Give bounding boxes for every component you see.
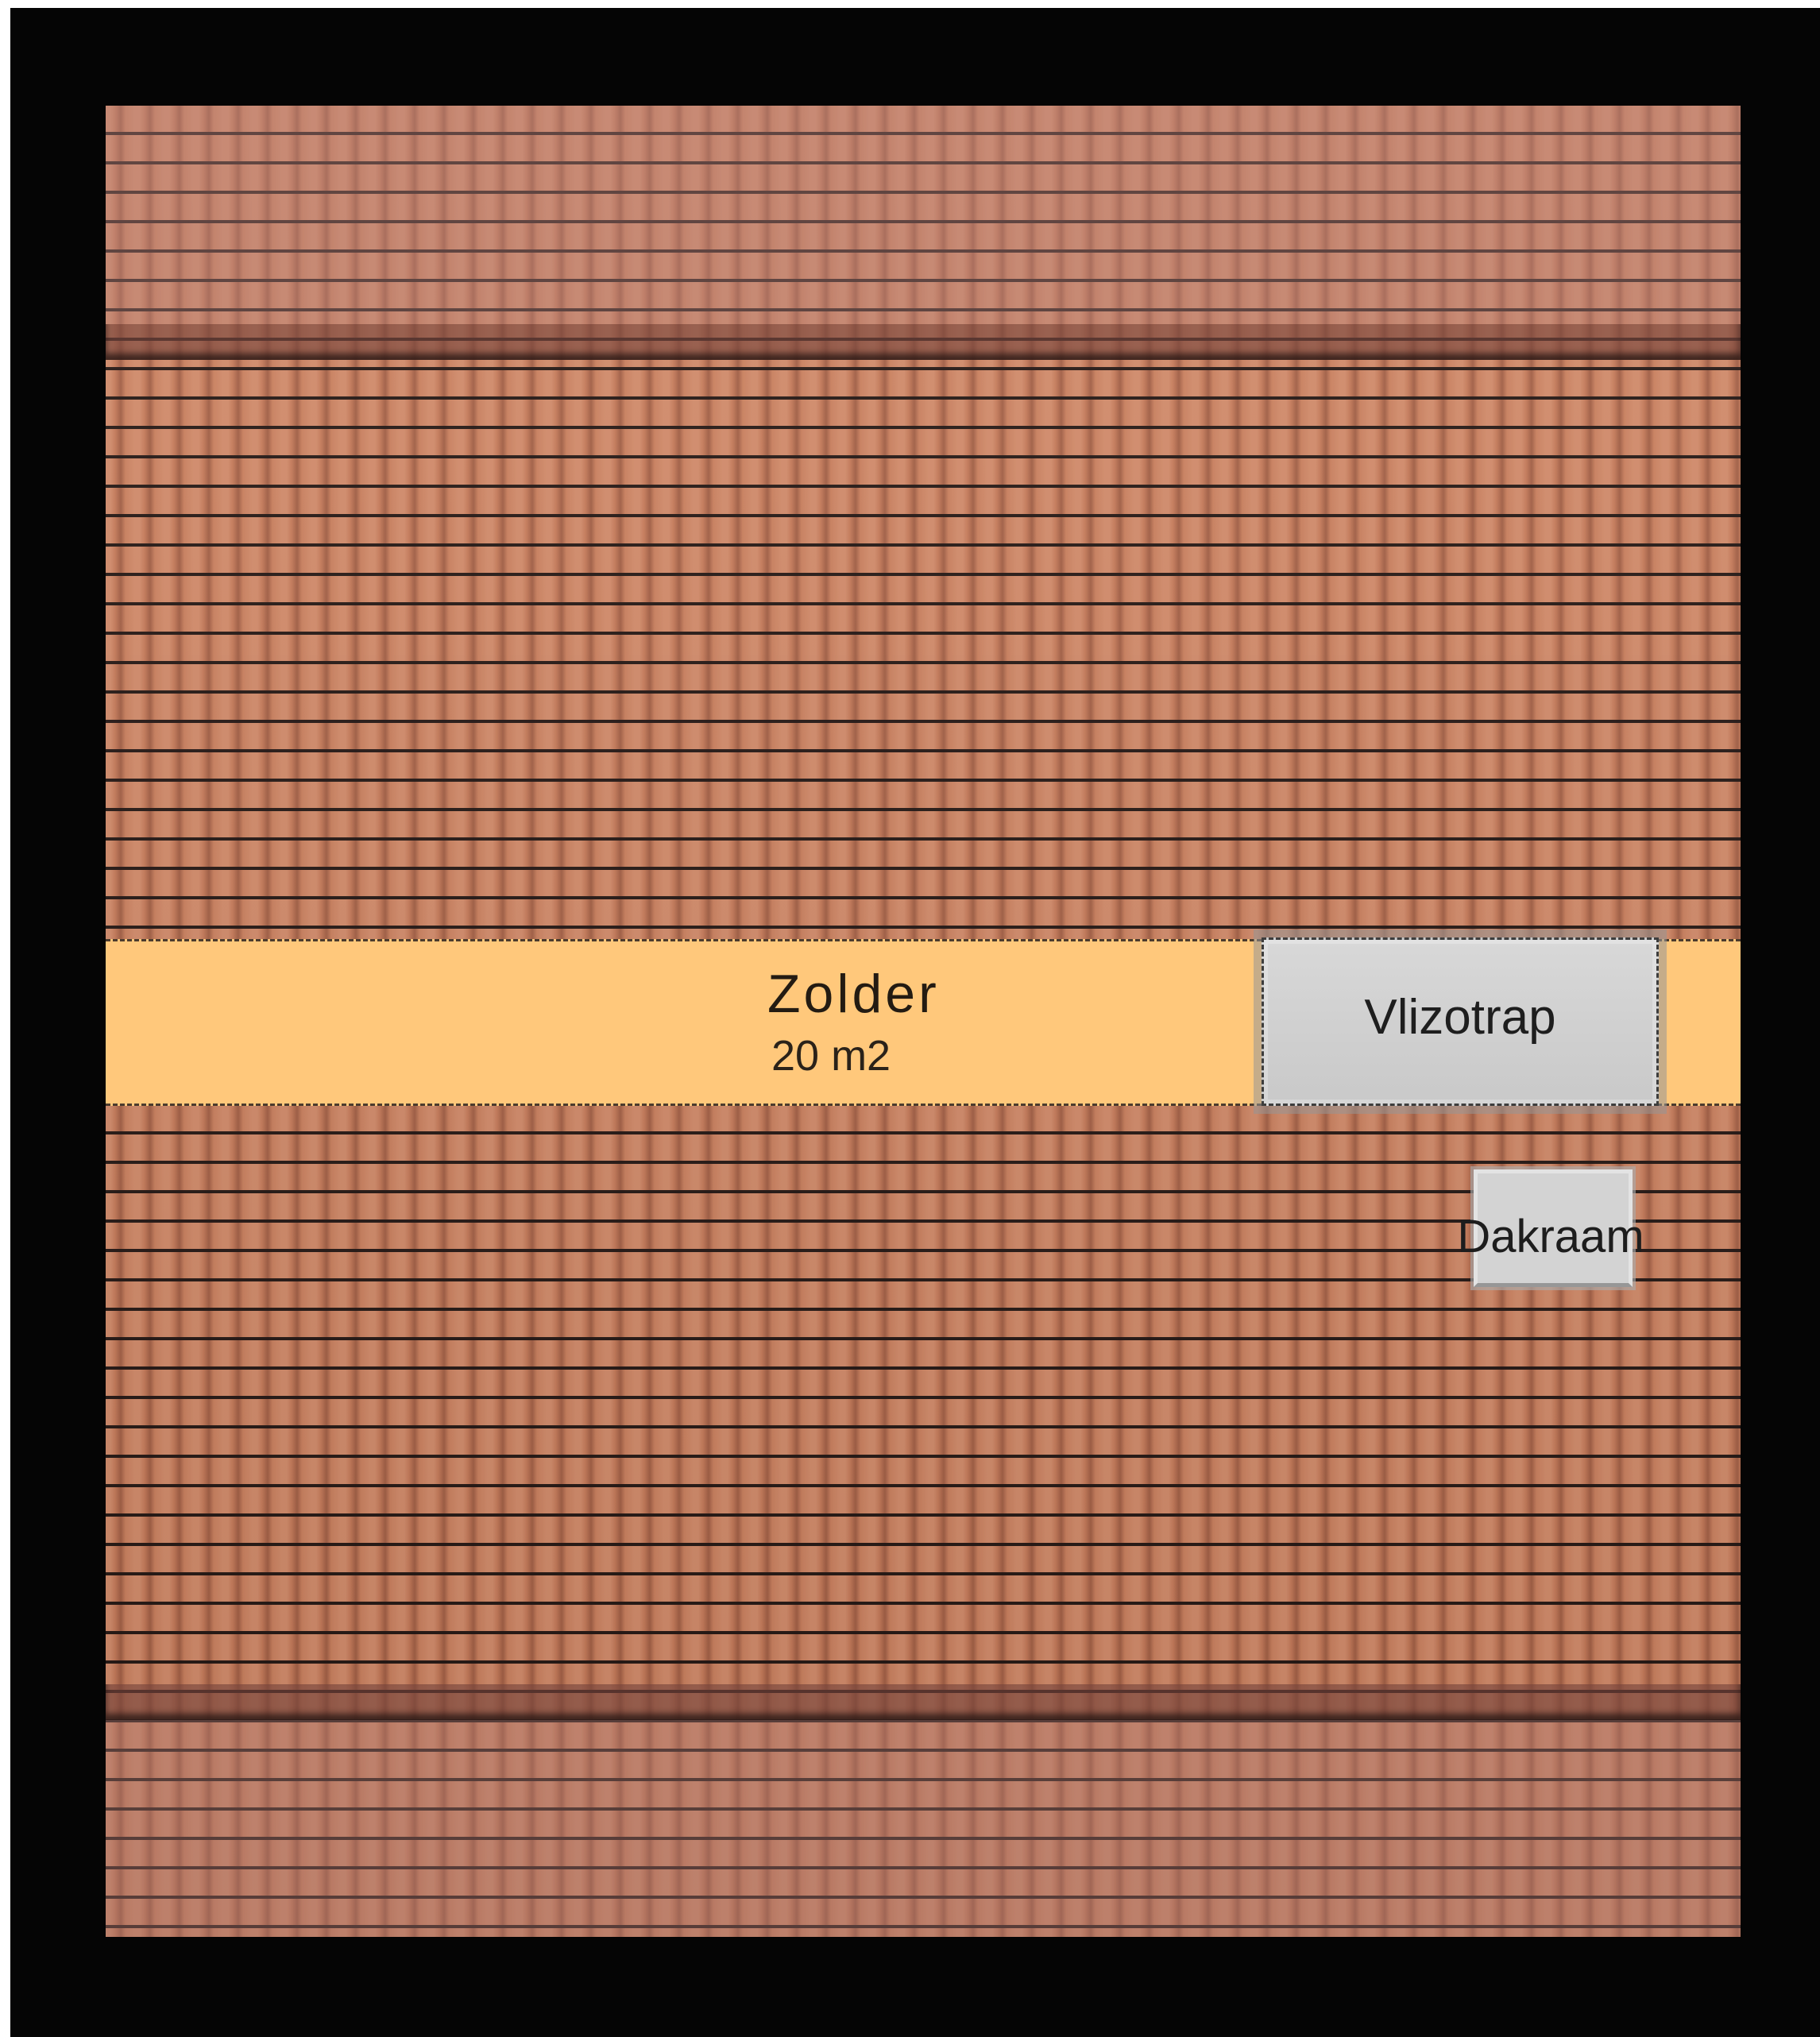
stair-label: Vlizotrap: [1364, 990, 1556, 1045]
roof-lower-section: [106, 1720, 1741, 1937]
room-name: Zolder: [767, 964, 940, 1024]
roof-upper-band: [106, 324, 1741, 360]
room-area-label: 20 m2: [771, 1032, 891, 1080]
skylight-label: Dakraam: [1457, 1211, 1644, 1262]
folding-stair-hatch: Vlizotrap: [1262, 937, 1659, 1106]
roof-lower-band: [106, 1684, 1741, 1720]
roof-upper-section: [106, 106, 1741, 324]
